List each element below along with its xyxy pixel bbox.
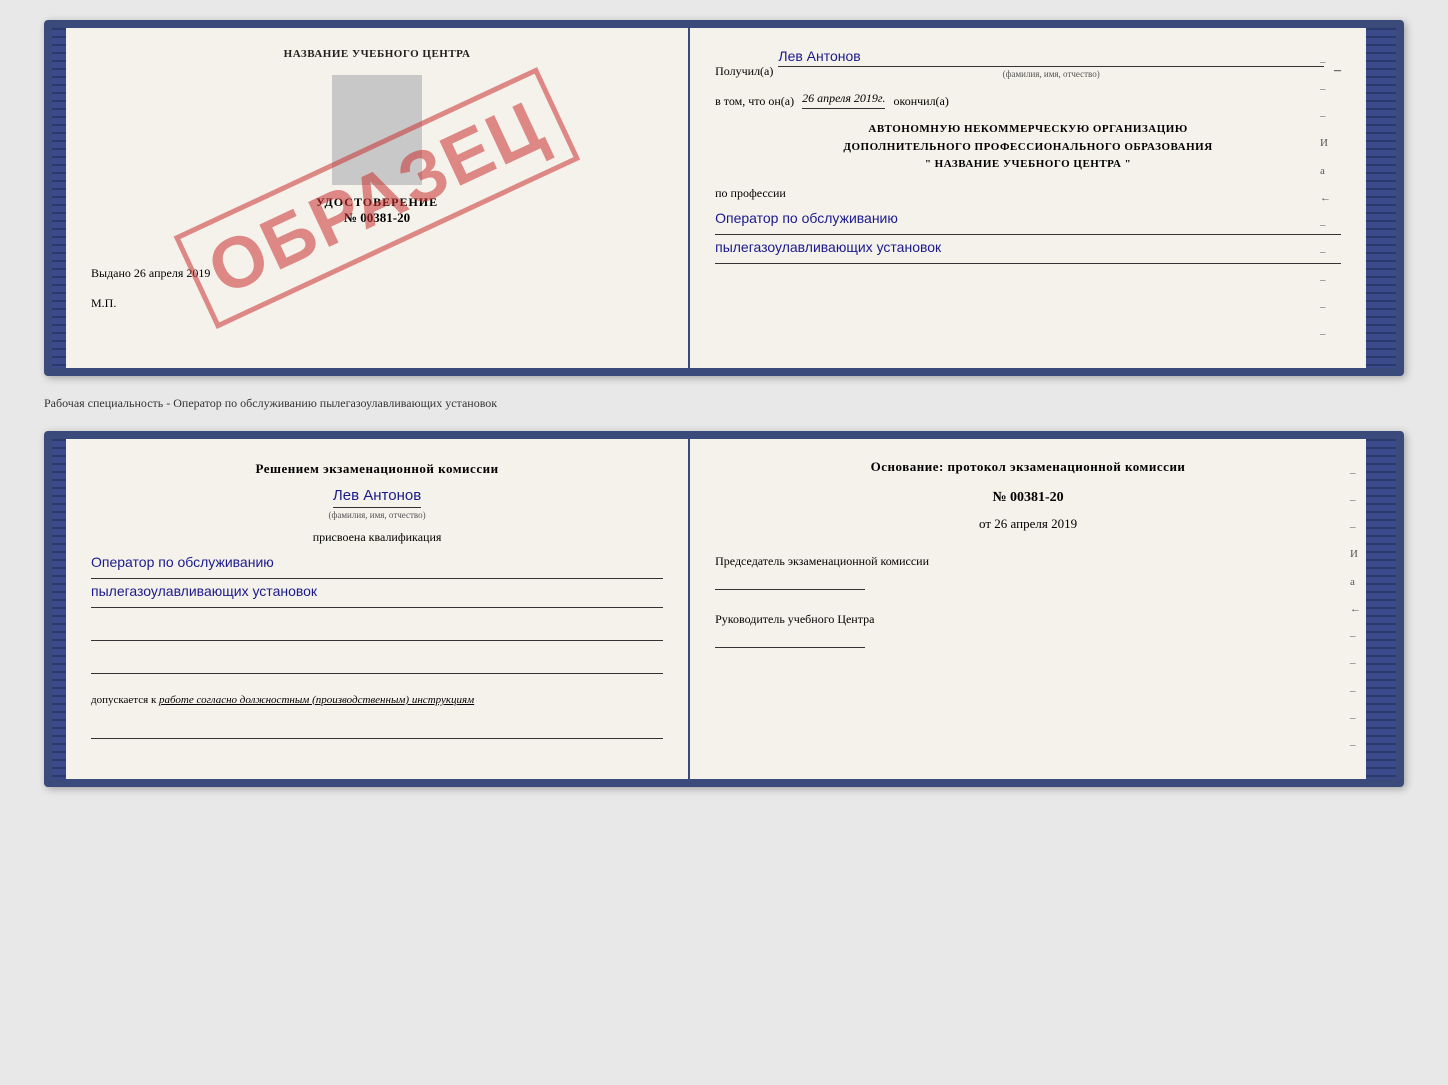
- org-line2: ДОПОЛНИТЕЛЬНОГО ПРОФЕССИОНАЛЬНОГО ОБРАЗО…: [715, 139, 1341, 157]
- profession-block: по профессии Оператор по обслуживанию пы…: [715, 186, 1341, 264]
- right-margin-bottom: – – – И а ← – – – – –: [1350, 439, 1361, 779]
- osnov-text: Основание: протокол экзаменационной коми…: [715, 459, 1341, 475]
- допускается-text: работе согласно должностным (производств…: [159, 694, 474, 706]
- right-margin: – – – И а ← – – – – –: [1320, 28, 1331, 368]
- top-left-page: НАЗВАНИЕ УЧЕБНОГО ЦЕНТРА УДОСТОВЕРЕНИЕ №…: [66, 28, 690, 368]
- document-wrapper: НАЗВАНИЕ УЧЕБНОГО ЦЕНТРА УДОСТОВЕРЕНИЕ №…: [44, 20, 1404, 787]
- received-label: Получил(а): [715, 64, 773, 79]
- org-line3: " НАЗВАНИЕ УЧЕБНОГО ЦЕНТРА ": [715, 156, 1341, 174]
- profession-line1: Оператор по обслуживанию: [715, 206, 1341, 235]
- sig-line-1: [91, 616, 663, 641]
- fio-label-top: (фамилия, имя, отчество): [778, 69, 1324, 79]
- vtom-label: в том, что он(а): [715, 94, 794, 109]
- rukovoditel-sig-line: [715, 628, 865, 648]
- predsedatel-label: Председатель экзаменационной комиссии: [715, 552, 1341, 570]
- protocol-number: № 00381-20: [715, 490, 1341, 506]
- profession-label: по профессии: [715, 186, 1341, 201]
- qual-line1: Оператор по обслуживанию: [91, 550, 663, 579]
- ot-date-line: от 26 апреля 2019: [715, 516, 1341, 532]
- bottom-certificate-book: Решением экзаменационной комиссии Лев Ан…: [44, 431, 1404, 787]
- qual-line2: пылегазоулавливающих установок: [91, 579, 663, 608]
- bottom-left-page: Решением экзаменационной комиссии Лев Ан…: [66, 439, 690, 779]
- bottom-qualification-block: Оператор по обслуживанию пылегазоулавлив…: [91, 550, 663, 608]
- ot-label: от: [979, 516, 991, 531]
- date-value: 26 апреля 2019г.: [802, 91, 885, 109]
- prisvoena-label: присвоена квалификация: [91, 530, 663, 545]
- left-header-title: НАЗВАНИЕ УЧЕБНОГО ЦЕНТРА: [91, 48, 663, 60]
- top-certificate-book: НАЗВАНИЕ УЧЕБНОГО ЦЕНТРА УДОСТОВЕРЕНИЕ №…: [44, 20, 1404, 376]
- spine-right-top: [1366, 28, 1396, 368]
- udost-number: № 00381-20: [91, 210, 663, 226]
- received-line: Получил(а) Лев Антонов (фамилия, имя, от…: [715, 48, 1341, 79]
- bottom-right-page: Основание: протокол экзаменационной коми…: [690, 439, 1366, 779]
- ot-date-value: 26 апреля 2019: [994, 516, 1077, 531]
- profession-line2: пылегазоулавливающих установок: [715, 235, 1341, 264]
- spine-left: [52, 28, 66, 368]
- bottom-person-name: Лев Антонов: [333, 487, 421, 508]
- sig-line-2: [91, 649, 663, 674]
- bottom-fio-label: (фамилия, имя, отчество): [91, 510, 663, 520]
- okonchil-label: окончил(а): [893, 94, 948, 109]
- mp-label: М.П.: [91, 296, 116, 310]
- spine-left-bottom: [52, 439, 66, 779]
- predsedatel-sig-line: [715, 570, 865, 590]
- допускается-block: допускается к работе согласно должностны…: [91, 694, 663, 706]
- org-line1: АВТОНОМНУЮ НЕКОММЕРЧЕСКУЮ ОРГАНИЗАЦИЮ: [715, 121, 1341, 139]
- vydano-label: Выдано: [91, 266, 131, 280]
- photo-placeholder: [332, 75, 422, 185]
- top-right-page: Получил(а) Лев Антонов (фамилия, имя, от…: [690, 28, 1366, 368]
- rukovoditel-label: Руководитель учебного Центра: [715, 610, 1341, 628]
- udost-title: УДОСТОВЕРЕНИЕ: [91, 195, 663, 210]
- udost-block: УДОСТОВЕРЕНИЕ № 00381-20: [91, 195, 663, 226]
- dash-top: –: [1334, 63, 1341, 79]
- org-block: АВТОНОМНУЮ НЕКОММЕРЧЕСКУЮ ОРГАНИЗАЦИЮ ДО…: [715, 121, 1341, 174]
- vydano-line: Выдано 26 апреля 2019: [91, 266, 663, 281]
- vydano-date: 26 апреля 2019: [134, 266, 210, 280]
- middle-specialty-text: Рабочая специальность - Оператор по обсл…: [44, 388, 1404, 419]
- допускается-label: допускается к: [91, 694, 156, 706]
- sig-line-3: [91, 714, 663, 739]
- spine-right-bottom: [1366, 439, 1396, 779]
- komissia-text: Решением экзаменационной комиссии: [91, 459, 663, 479]
- date-line: в том, что он(а) 26 апреля 2019г. окончи…: [715, 91, 1341, 109]
- predsedatel-block: Председатель экзаменационной комиссии: [715, 552, 1341, 595]
- received-name: Лев Антонов: [778, 48, 1324, 67]
- mp-line: М.П.: [91, 296, 663, 311]
- person-block: Лев Антонов (фамилия, имя, отчество): [91, 487, 663, 520]
- rukovoditel-block: Руководитель учебного Центра: [715, 610, 1341, 653]
